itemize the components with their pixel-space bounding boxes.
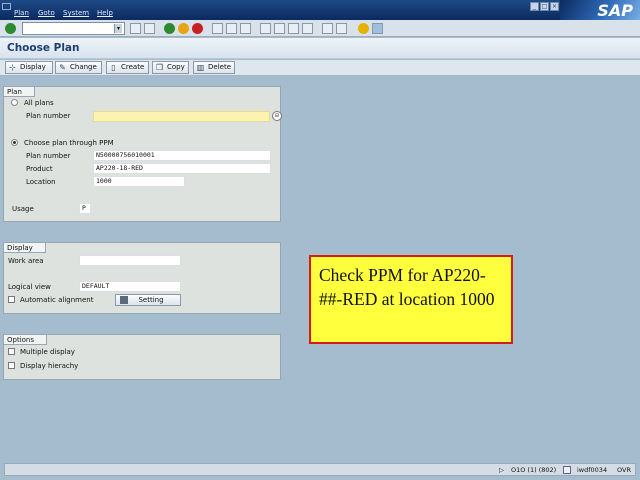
location-label: Location — [26, 178, 56, 186]
system-toolbar: ▾ — [0, 20, 640, 37]
ppm-plan-number-field[interactable]: N50000756010001 — [93, 150, 271, 161]
copy-button-label: Copy — [167, 63, 185, 71]
last-page-icon[interactable] — [302, 23, 313, 34]
menu-help[interactable]: Help — [97, 9, 113, 17]
plan-group-title: Plan — [4, 87, 35, 97]
prev-page-icon[interactable] — [274, 23, 285, 34]
usage-field[interactable]: P — [79, 203, 91, 214]
location-field[interactable]: 1000 — [93, 176, 185, 187]
change-button-label: Change — [70, 63, 97, 71]
menu-plan[interactable]: Plan — [14, 9, 29, 17]
setting-button[interactable]: Setting — [115, 294, 181, 306]
status-expand-icon[interactable]: ▷ — [499, 465, 504, 475]
logical-view-field[interactable]: DEFAULT — [79, 281, 181, 292]
sap-logo: SAP — [560, 0, 640, 20]
multiple-display-checkbox[interactable] — [8, 348, 15, 355]
shortcut-icon[interactable] — [336, 23, 347, 34]
instruction-callout: Check PPM for AP220-##-RED at location 1… — [309, 255, 513, 344]
create-button[interactable]: ▯ Create — [106, 61, 149, 74]
back-icon[interactable] — [164, 23, 175, 34]
exit-icon[interactable] — [178, 23, 189, 34]
display-group-title: Display — [4, 243, 46, 253]
status-server-icon[interactable] — [563, 466, 571, 474]
display-button[interactable]: ⊹ Display — [5, 61, 53, 74]
product-label: Product — [26, 165, 53, 173]
options-group-title: Options — [4, 335, 48, 345]
title-bar: Choose Plan — [0, 38, 640, 59]
setting-icon — [120, 296, 128, 304]
product-field[interactable]: AP220-18-RED — [93, 163, 271, 174]
menu-system[interactable]: System — [63, 9, 89, 17]
close-icon[interactable]: × — [550, 2, 559, 11]
layout-icon[interactable] — [372, 23, 383, 34]
create-icon: ▯ — [111, 63, 116, 72]
plan-number-field[interactable] — [93, 111, 270, 122]
plan-number-label: Plan number — [26, 112, 71, 120]
ppm-label: Choose plan through PPM — [24, 139, 114, 147]
sap-logo-text: SAP — [597, 1, 633, 20]
all-plans-label: All plans — [24, 99, 54, 107]
ppm-radio[interactable] — [11, 139, 18, 146]
print-icon[interactable] — [212, 23, 223, 34]
minimize-icon[interactable]: _ — [530, 2, 539, 11]
help-icon[interactable] — [358, 23, 369, 34]
pencil-icon: ✎ — [59, 63, 66, 72]
window-controls: _ □ × — [530, 2, 559, 11]
application-toolbar: ⊹ Display ✎ Change ▯ Create ❐ Copy ▥ Del… — [0, 60, 640, 76]
menu-goto[interactable]: Goto — [38, 9, 55, 17]
copy-button[interactable]: ❐ Copy — [152, 61, 189, 74]
display-button-label: Display — [20, 63, 46, 71]
setting-button-label: Setting — [138, 296, 164, 304]
page-title: Choose Plan — [7, 42, 80, 54]
logical-view-label: Logical view — [8, 283, 51, 291]
back-arrow-icon[interactable] — [130, 23, 141, 34]
work-area-field[interactable] — [79, 255, 181, 266]
next-page-icon[interactable] — [288, 23, 299, 34]
command-history-icon[interactable]: ▾ — [114, 24, 122, 33]
copy-icon: ❐ — [155, 63, 164, 72]
maximize-icon[interactable]: □ — [540, 2, 549, 11]
automatic-alignment-label: Automatic alignment — [20, 296, 94, 304]
status-bar: ▷ O1O (1) (802) iwdf0034 OVR — [4, 463, 636, 476]
status-server: iwdf0034 — [577, 466, 608, 474]
automatic-alignment-checkbox[interactable] — [8, 296, 15, 303]
create-button-label: Create — [121, 63, 145, 71]
find-next-icon[interactable] — [240, 23, 251, 34]
first-page-icon[interactable] — [260, 23, 271, 34]
save-icon[interactable] — [144, 23, 155, 34]
new-session-icon[interactable] — [322, 23, 333, 34]
display-hierachy-label: Display hierachy — [20, 362, 79, 370]
usage-label: Usage — [12, 205, 34, 213]
find-icon[interactable] — [226, 23, 237, 34]
all-plans-radio[interactable] — [11, 99, 18, 106]
value-help-icon[interactable]: ⊝ — [272, 111, 282, 121]
status-system: O1O (1) (802) — [511, 466, 557, 474]
ppm-plan-number-label: Plan number — [26, 152, 71, 160]
cancel-icon[interactable] — [192, 23, 203, 34]
multiple-display-label: Multiple display — [20, 348, 75, 356]
status-mode: OVR — [617, 466, 631, 474]
change-button[interactable]: ✎ Change — [55, 61, 102, 74]
command-field[interactable] — [22, 22, 125, 35]
system-menu-icon[interactable] — [2, 3, 11, 10]
display-icon: ⊹ — [9, 63, 16, 72]
menu-bar: Plan Goto System Help _ □ × SAP — [0, 0, 640, 20]
display-hierachy-checkbox[interactable] — [8, 362, 15, 369]
delete-button-label: Delete — [208, 63, 231, 71]
delete-button[interactable]: ▥ Delete — [193, 61, 235, 74]
trash-icon: ▥ — [196, 63, 205, 72]
work-area-label: Work area — [8, 257, 44, 265]
enter-icon[interactable] — [5, 23, 16, 34]
options-group: Options — [3, 334, 281, 380]
